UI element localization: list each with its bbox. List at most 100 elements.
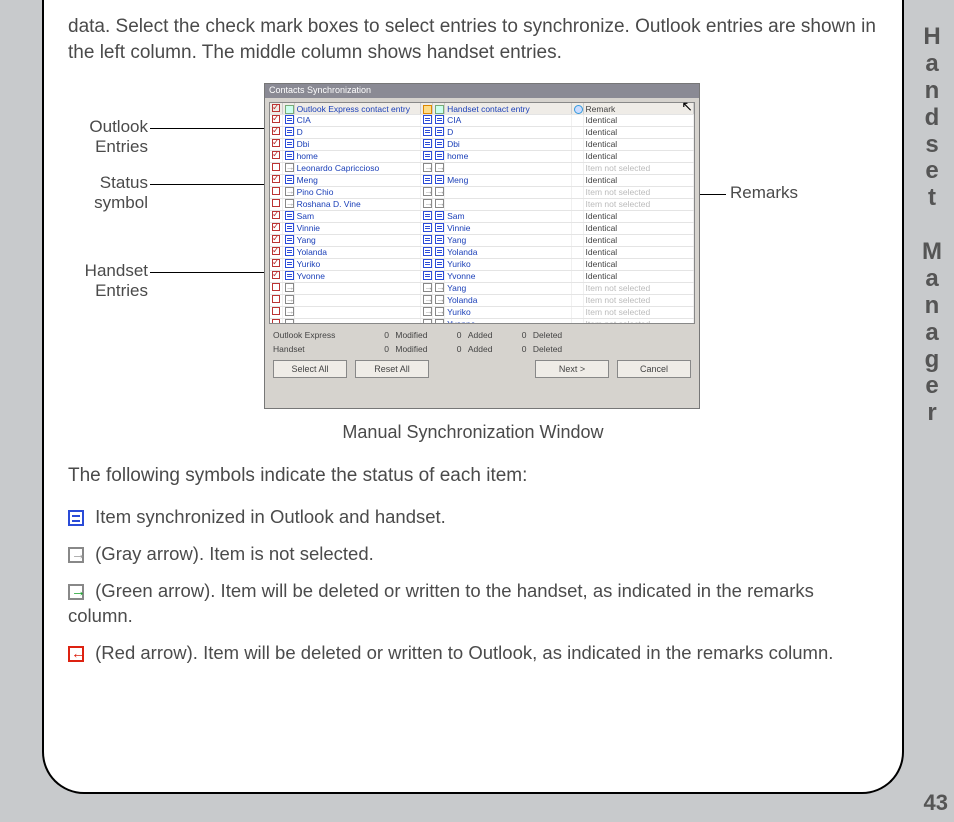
table-row[interactable]: Sam Sam Identical (270, 210, 694, 222)
handset-entry: Yvonne (445, 270, 571, 282)
status-icon (435, 163, 444, 172)
status-icon (285, 211, 294, 220)
status-icon (285, 187, 294, 196)
row-checkbox[interactable] (272, 211, 280, 219)
remark-cell: Item not selected (583, 162, 693, 174)
status-icon (423, 295, 432, 304)
table-row[interactable]: YolandaYolandaIdentical (270, 246, 694, 258)
row-checkbox[interactable] (272, 247, 280, 255)
remark-cell: Identical (583, 270, 693, 282)
status-icon (435, 175, 444, 184)
header-checkbox[interactable] (270, 103, 282, 114)
status-icon (285, 259, 294, 268)
handset-entry: Yolanda (445, 294, 571, 306)
outlook-entry: CIA (294, 114, 420, 126)
outlook-entry: Meng (294, 174, 420, 186)
row-checkbox[interactable] (272, 187, 280, 195)
row-checkbox[interactable] (272, 163, 280, 171)
outlook-entry: Yvonne (294, 270, 420, 282)
line-outlook (150, 128, 278, 129)
status-icon (435, 187, 444, 196)
header-remark-icon (571, 103, 583, 114)
reset-all-button[interactable]: Reset All (355, 360, 429, 378)
label-remarks: Remarks (730, 183, 798, 203)
table-row[interactable]: YvonneItem not selected (270, 318, 694, 324)
legend-green: (Green arrow). Item will be deleted or w… (68, 579, 878, 629)
status-icon (285, 295, 294, 304)
remark-cell: Identical (583, 150, 693, 162)
row-checkbox[interactable] (272, 151, 280, 159)
remark-cell: Identical (583, 258, 693, 270)
green-arrow-icon (68, 584, 84, 600)
outlook-entry: Sam (294, 210, 420, 222)
table-row[interactable]: CIACIAIdentical (270, 114, 694, 126)
handset-entry: Sam (445, 210, 571, 222)
row-checkbox[interactable] (272, 295, 280, 303)
status-icon (435, 151, 444, 160)
handset-entry: Meng (445, 174, 571, 186)
remark-cell: Identical (583, 114, 693, 126)
table-row[interactable]: Yvonne Yvonne Identical (270, 270, 694, 282)
table-row[interactable]: YangYangIdentical (270, 234, 694, 246)
handset-entry: Dbi (445, 138, 571, 150)
table-row[interactable]: Leonardo Capriccioso Item not selected (270, 162, 694, 174)
status-icon (423, 319, 432, 325)
row-checkbox[interactable] (272, 259, 280, 267)
handset-entry: Vinnie (445, 222, 571, 234)
table-row[interactable]: YurikoYurikoIdentical (270, 258, 694, 270)
handset-entry: Yolanda (445, 246, 571, 258)
header-outlook[interactable]: Outlook Express contact entry (294, 103, 420, 114)
row-checkbox[interactable] (272, 319, 280, 324)
header-handset[interactable]: Handset contact entry (445, 103, 571, 114)
next-button[interactable]: Next > (535, 360, 609, 378)
outlook-entry: Leonardo Capriccioso (294, 162, 420, 174)
table-row[interactable]: DbiDbiIdentical (270, 138, 694, 150)
figure-wrapper: OutlookEntries Statussymbol HandsetEntri… (68, 83, 878, 443)
remark-cell: Item not selected (583, 318, 693, 324)
table-row[interactable]: DDIdentical (270, 126, 694, 138)
row-checkbox[interactable] (272, 199, 280, 207)
row-checkbox[interactable] (272, 283, 280, 291)
row-checkbox[interactable] (272, 139, 280, 147)
outlook-entry (294, 306, 420, 318)
status-icon (435, 247, 444, 256)
table-row[interactable]: YangItem not selected (270, 282, 694, 294)
row-checkbox[interactable] (272, 271, 280, 279)
handset-entry (445, 198, 571, 210)
outlook-entry: D (294, 126, 420, 138)
stats-row-handset: Handset 0 Modified 0 Added 0 Deleted (265, 342, 699, 356)
table-row[interactable]: MengMengIdentical (270, 174, 694, 186)
row-checkbox[interactable] (272, 307, 280, 315)
remark-cell: Item not selected (583, 306, 693, 318)
handset-entry: D (445, 126, 571, 138)
cancel-button[interactable]: Cancel (617, 360, 691, 378)
symbols-intro: The following symbols indicate the statu… (68, 465, 878, 487)
status-icon (423, 199, 432, 208)
table-row[interactable]: YolandaItem not selected (270, 294, 694, 306)
row-checkbox[interactable] (272, 175, 280, 183)
status-icon (435, 319, 444, 325)
status-icon (285, 199, 294, 208)
status-icon (435, 127, 444, 136)
remark-cell: Identical (583, 246, 693, 258)
table-row[interactable]: YurikoItem not selected (270, 306, 694, 318)
row-checkbox[interactable] (272, 115, 280, 123)
table-row[interactable]: Pino ChioItem not selected (270, 186, 694, 198)
gray-arrow-icon (68, 547, 84, 563)
select-all-button[interactable]: Select All (273, 360, 347, 378)
table-row[interactable]: homehomeIdentical (270, 150, 694, 162)
row-checkbox[interactable] (272, 127, 280, 135)
status-icon (285, 283, 294, 292)
remark-cell: Identical (583, 222, 693, 234)
status-icon (435, 199, 444, 208)
status-icon (285, 127, 294, 136)
header-remark[interactable]: Remark (583, 103, 693, 114)
status-icon (285, 223, 294, 232)
row-checkbox[interactable] (272, 235, 280, 243)
table-row[interactable]: VinnieVinnieIdentical (270, 222, 694, 234)
table-row[interactable]: Roshana D. VineItem not selected (270, 198, 694, 210)
row-checkbox[interactable] (272, 223, 280, 231)
remark-cell: Identical (583, 210, 693, 222)
stats-row-outlook: Outlook Express 0 Modified 0 Added 0 Del… (265, 328, 699, 342)
handset-entry: Yang (445, 234, 571, 246)
